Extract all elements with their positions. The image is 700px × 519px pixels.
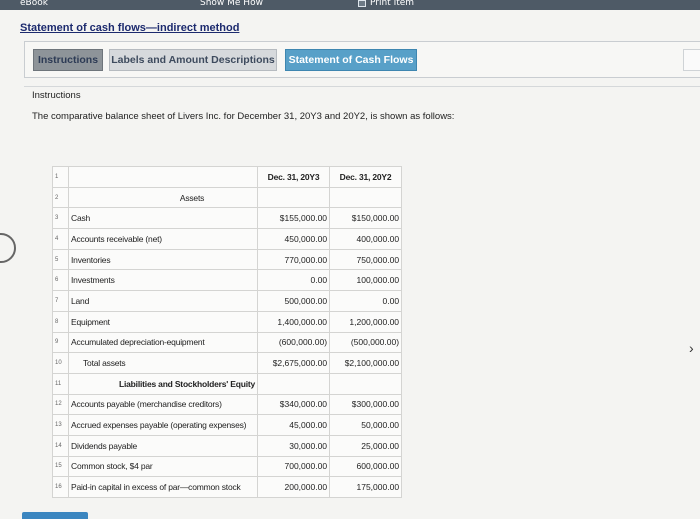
value-20y3: 500,000.00	[257, 290, 331, 312]
right-panel-box	[683, 49, 700, 71]
value-20y3: (600,000.00)	[257, 331, 331, 354]
value-20y2: 400,000.00	[329, 228, 403, 250]
table-row: 12 Accounts payable (merchandise credito…	[52, 393, 403, 416]
row-label: Inventories	[67, 248, 259, 271]
value-20y2: 0.00	[329, 290, 403, 312]
value-20y3	[257, 186, 331, 209]
table-row: 5 Inventories 770,000.00 750,000.00	[52, 248, 403, 271]
balance-sheet-table: 1 Dec. 31, 20Y3 Dec. 31, 20Y2 2 Assets 3…	[52, 166, 403, 498]
value-20y3	[257, 372, 331, 395]
column-header-20y3: Dec. 31, 20Y3	[257, 166, 331, 188]
value-20y2: $150,000.00	[329, 207, 403, 230]
row-number: 14	[52, 434, 69, 457]
page-title: Statement of cash flows—indirect method	[20, 22, 240, 34]
print-icon[interactable]	[358, 0, 366, 7]
value-20y3: 1,400,000.00	[257, 310, 331, 333]
row-number: 3	[52, 207, 69, 230]
tab-instructions[interactable]: Instructions	[33, 49, 103, 71]
print-item-link[interactable]: Print Item	[370, 0, 414, 8]
value-20y2: $300,000.00	[329, 393, 403, 416]
row-number: 4	[52, 228, 69, 250]
value-20y3: 0.00	[257, 269, 331, 292]
value-20y2: $2,100,000.00	[329, 352, 403, 374]
row-number: 16	[52, 476, 69, 498]
value-20y3: 200,000.00	[257, 476, 331, 498]
table-row: 11 Liabilities and Stockholders' Equity	[52, 372, 403, 395]
value-20y2: 100,000.00	[329, 269, 403, 292]
row-number: 12	[52, 393, 69, 416]
value-20y2: (500,000.00)	[329, 331, 403, 354]
value-20y2: 1,200,000.00	[329, 310, 403, 333]
instructions-text: The comparative balance sheet of Livers …	[32, 111, 455, 122]
row-label: Common stock, $4 par	[67, 455, 259, 478]
value-20y3: $340,000.00	[257, 393, 331, 416]
value-20y3: 450,000.00	[257, 228, 331, 250]
value-20y3: $2,675,000.00	[257, 352, 331, 374]
table-row: 3 Cash $155,000.00 $150,000.00	[52, 207, 403, 230]
table-row: 7 Land 500,000.00 0.00	[52, 290, 403, 312]
row-label: Total assets	[67, 352, 259, 374]
instructions-heading: Instructions	[32, 90, 81, 101]
table-row: 6 Investments 0.00 100,000.00	[52, 269, 403, 292]
row-label: Dividends payable	[67, 434, 259, 457]
table-row: 13 Accrued expenses payable (operating e…	[52, 414, 403, 436]
section-heading-liabilities: Liabilities and Stockholders' Equity	[67, 372, 259, 395]
ebook-link[interactable]: eBook	[20, 0, 48, 8]
table-row: 1 Dec. 31, 20Y3 Dec. 31, 20Y2	[52, 166, 403, 188]
row-number: 11	[52, 372, 69, 395]
row-label: Accrued expenses payable (operating expe…	[67, 414, 259, 436]
value-20y2: 175,000.00	[329, 476, 403, 498]
row-number: 8	[52, 310, 69, 333]
row-number: 5	[52, 248, 69, 271]
row-label: Accounts receivable (net)	[67, 228, 259, 250]
value-20y3: 45,000.00	[257, 414, 331, 436]
row-number: 7	[52, 290, 69, 312]
row-number: 10	[52, 352, 69, 374]
show-me-how-link[interactable]: Show Me How	[200, 0, 263, 8]
bottom-button[interactable]	[22, 512, 88, 519]
row-number: 1	[52, 166, 69, 188]
value-20y3: $155,000.00	[257, 207, 331, 230]
row-label: Equipment	[67, 310, 259, 333]
value-20y2: 600,000.00	[329, 455, 403, 478]
row-number: 13	[52, 414, 69, 436]
table-row: 8 Equipment 1,400,000.00 1,200,000.00	[52, 310, 403, 333]
table-row: 9 Accumulated depreciation-equipment (60…	[52, 331, 403, 354]
row-label	[67, 166, 259, 188]
column-header-20y2: Dec. 31, 20Y2	[329, 166, 403, 188]
value-20y3: 770,000.00	[257, 248, 331, 271]
value-20y3: 30,000.00	[257, 434, 331, 457]
divider	[24, 86, 700, 87]
row-label: Cash	[67, 207, 259, 230]
table-row: 10 Total assets $2,675,000.00 $2,100,000…	[52, 352, 403, 374]
value-20y2: 750,000.00	[329, 248, 403, 271]
section-heading-assets: Assets	[67, 186, 259, 209]
row-label: Investments	[67, 269, 259, 292]
row-number: 6	[52, 269, 69, 292]
value-20y2: 50,000.00	[329, 414, 403, 436]
tab-bar: Instructions Labels and Amount Descripti…	[24, 41, 700, 78]
value-20y3: 700,000.00	[257, 455, 331, 478]
chevron-right-icon[interactable]: ›	[689, 340, 694, 356]
table-row: 16 Paid-in capital in excess of par—comm…	[52, 476, 403, 498]
table-row: 14 Dividends payable 30,000.00 25,000.00	[52, 434, 403, 457]
row-number: 9	[52, 331, 69, 354]
previous-arrow-button[interactable]	[0, 233, 16, 263]
value-20y2	[329, 186, 403, 209]
value-20y2: 25,000.00	[329, 434, 403, 457]
table-row: 15 Common stock, $4 par 700,000.00 600,0…	[52, 455, 403, 478]
row-label: Land	[67, 290, 259, 312]
table-row: 4 Accounts receivable (net) 450,000.00 4…	[52, 228, 403, 250]
table-row: 2 Assets	[52, 186, 403, 209]
value-20y2	[329, 372, 403, 395]
tab-statement-of-cash-flows[interactable]: Statement of Cash Flows	[285, 49, 417, 71]
row-number: 15	[52, 455, 69, 478]
row-label: Accounts payable (merchandise creditors)	[67, 393, 259, 416]
row-label: Accumulated depreciation-equipment	[67, 331, 259, 354]
row-label: Paid-in capital in excess of par—common …	[67, 476, 259, 498]
row-number: 2	[52, 186, 69, 209]
tab-labels-and-amounts[interactable]: Labels and Amount Descriptions	[109, 49, 277, 71]
top-toolbar: eBook Show Me How Print Item	[0, 0, 700, 10]
